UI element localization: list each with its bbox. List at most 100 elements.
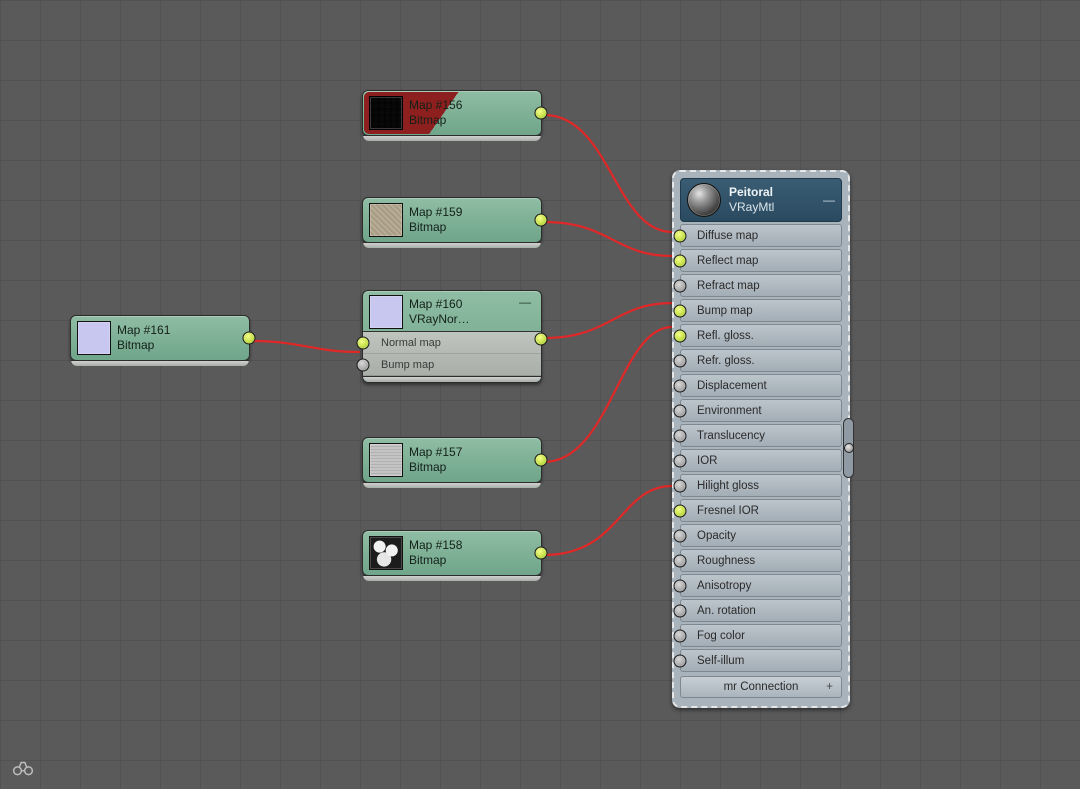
- texture-thumbnail: [369, 203, 403, 237]
- input-port[interactable]: [674, 354, 687, 367]
- node-type: Bitmap: [117, 338, 170, 353]
- material-slot[interactable]: Refr. gloss.: [680, 349, 842, 372]
- texture-thumbnail: [77, 321, 111, 355]
- input-port[interactable]: [674, 529, 687, 542]
- material-slot[interactable]: Self-illum: [680, 649, 842, 672]
- output-port[interactable]: [535, 107, 548, 120]
- input-port[interactable]: [674, 579, 687, 592]
- slot-label: Refract map: [697, 280, 760, 292]
- slot-label: Reflect map: [697, 255, 758, 267]
- node-type: Bitmap: [409, 553, 462, 568]
- texture-thumbnail: [369, 96, 403, 130]
- material-slot[interactable]: Fog color: [680, 624, 842, 647]
- input-port[interactable]: [674, 254, 687, 267]
- material-slot[interactable]: Refl. gloss.: [680, 324, 842, 347]
- input-port[interactable]: [674, 429, 687, 442]
- input-port[interactable]: [674, 554, 687, 567]
- node-map-161[interactable]: Map #161 Bitmap: [70, 315, 250, 361]
- input-port[interactable]: [357, 358, 370, 371]
- node-type: VRayNor…: [409, 312, 470, 327]
- material-slot[interactable]: Translucency: [680, 424, 842, 447]
- input-port[interactable]: [674, 504, 687, 517]
- slot-label: Translucency: [697, 430, 765, 442]
- node-title: Map #160: [409, 297, 470, 312]
- slot-label: Roughness: [697, 555, 755, 567]
- node-graph-canvas[interactable]: Map #161 Bitmap Map #156 Bitmap Map #159…: [0, 0, 1080, 789]
- node-map-160[interactable]: Map #160 VRayNor… — Normal map Bump map: [362, 290, 542, 383]
- slot-label: Refl. gloss.: [697, 330, 754, 342]
- output-port[interactable]: [535, 214, 548, 227]
- material-type: VRayMtl: [729, 200, 774, 215]
- slot-label: Self-illum: [697, 655, 744, 667]
- node-map-158[interactable]: Map #158 Bitmap: [362, 530, 542, 576]
- mr-connection-label: mr Connection: [724, 681, 799, 693]
- node-map-156[interactable]: Map #156 Bitmap: [362, 90, 542, 136]
- node-type: Bitmap: [409, 113, 462, 128]
- input-port[interactable]: [674, 329, 687, 342]
- output-port[interactable]: [535, 454, 548, 467]
- node-title: Map #158: [409, 538, 462, 553]
- node-title: Map #157: [409, 445, 462, 460]
- output-port[interactable]: [535, 547, 548, 560]
- material-slot[interactable]: An. rotation: [680, 599, 842, 622]
- material-slot[interactable]: Hilight gloss: [680, 474, 842, 497]
- output-port[interactable]: [243, 332, 256, 345]
- slot-label: IOR: [697, 455, 717, 467]
- node-title: Map #159: [409, 205, 462, 220]
- input-port[interactable]: [674, 279, 687, 292]
- material-slot[interactable]: Opacity: [680, 524, 842, 547]
- material-slot[interactable]: Reflect map: [680, 249, 842, 272]
- material-slot[interactable]: Roughness: [680, 549, 842, 572]
- material-header[interactable]: Peitoral VRayMtl —: [680, 178, 842, 222]
- slot-label: Normal map: [381, 337, 441, 349]
- input-port[interactable]: [674, 654, 687, 667]
- input-port[interactable]: [674, 304, 687, 317]
- input-slot-normal-map[interactable]: Normal map: [363, 332, 541, 354]
- node-map-159[interactable]: Map #159 Bitmap: [362, 197, 542, 243]
- input-port[interactable]: [674, 229, 687, 242]
- texture-thumbnail: [369, 536, 403, 570]
- material-slot[interactable]: Anisotropy: [680, 574, 842, 597]
- input-port[interactable]: [674, 454, 687, 467]
- material-slot[interactable]: Displacement: [680, 374, 842, 397]
- material-slot[interactable]: Refract map: [680, 274, 842, 297]
- slot-label: Diffuse map: [697, 230, 758, 242]
- material-title: Peitoral: [729, 185, 774, 200]
- input-port[interactable]: [674, 404, 687, 417]
- output-handle[interactable]: [843, 418, 854, 478]
- slot-label: Fog color: [697, 630, 745, 642]
- input-slot-bump-map[interactable]: Bump map: [363, 354, 541, 376]
- collapse-icon[interactable]: —: [823, 193, 835, 207]
- slot-label: Anisotropy: [697, 580, 751, 592]
- binoculars-icon[interactable]: [12, 759, 34, 777]
- material-slot[interactable]: Fresnel IOR: [680, 499, 842, 522]
- collapse-icon[interactable]: —: [519, 297, 531, 307]
- input-port[interactable]: [674, 479, 687, 492]
- material-node-peitoral[interactable]: Peitoral VRayMtl — Diffuse map Reflect ma…: [672, 170, 850, 708]
- input-port[interactable]: [674, 604, 687, 617]
- plus-icon[interactable]: +: [826, 681, 833, 693]
- slot-label: Displacement: [697, 380, 767, 392]
- output-port[interactable]: [535, 333, 548, 346]
- slot-label: Refr. gloss.: [697, 355, 755, 367]
- slot-label: Hilight gloss: [697, 480, 759, 492]
- slot-label: Opacity: [697, 530, 736, 542]
- slot-label: Bump map: [697, 305, 753, 317]
- material-slot[interactable]: IOR: [680, 449, 842, 472]
- node-map-157[interactable]: Map #157 Bitmap: [362, 437, 542, 483]
- mr-connection-row[interactable]: mr Connection +: [680, 676, 842, 698]
- slot-label: An. rotation: [697, 605, 756, 617]
- input-port[interactable]: [357, 336, 370, 349]
- material-slot[interactable]: Diffuse map: [680, 224, 842, 247]
- input-port[interactable]: [674, 379, 687, 392]
- material-preview-sphere: [687, 183, 721, 217]
- slot-label: Fresnel IOR: [697, 505, 759, 517]
- material-slot[interactable]: Environment: [680, 399, 842, 422]
- node-title: Map #161: [117, 323, 170, 338]
- node-type: Bitmap: [409, 460, 462, 475]
- texture-thumbnail: [369, 295, 403, 329]
- slot-label: Bump map: [381, 359, 434, 371]
- material-slot[interactable]: Bump map: [680, 299, 842, 322]
- input-port[interactable]: [674, 629, 687, 642]
- node-title: Map #156: [409, 98, 462, 113]
